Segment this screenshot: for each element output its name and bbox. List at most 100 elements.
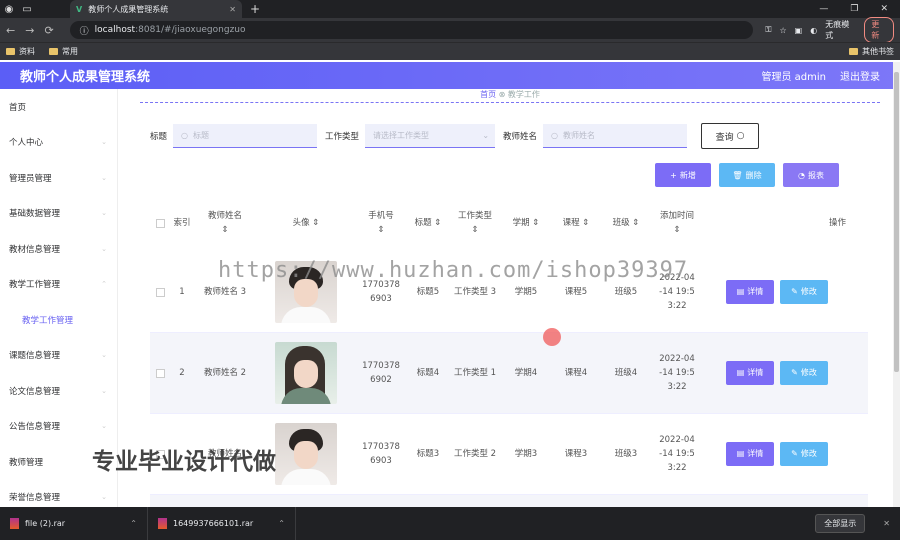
sidebar-item-notices[interactable]: 公告信息管理 ⌄	[0, 409, 117, 445]
edit-button[interactable]: ✎ 修改	[780, 442, 828, 466]
sidebar-item-honors[interactable]: 荣誉信息管理 ⌄	[0, 480, 117, 508]
type-select[interactable]: 请选择工作类型 ⌄	[365, 124, 496, 148]
chart-icon: ◔	[798, 170, 805, 180]
sort-icon: ⇕	[377, 225, 385, 235]
other-bookmarks[interactable]: 其他书签	[849, 46, 894, 57]
close-window-icon[interactable]: ✕	[880, 4, 888, 14]
detail-button[interactable]: ▤ 详情	[726, 280, 774, 304]
forward-icon[interactable]: →	[25, 24, 34, 37]
download-item[interactable]: file (2).rar ⌃	[0, 507, 148, 540]
doc-icon: ▤	[736, 449, 745, 458]
header-label: 工作类型	[457, 211, 492, 221]
bookmark-folder-0[interactable]: 资料	[6, 46, 35, 57]
browser-tab-active[interactable]: V 教师个人成果管理系统 ✕	[70, 0, 242, 18]
sidebar-item-label: 教学工作管理	[9, 280, 61, 291]
breadcrumb-home[interactable]: 首页	[480, 90, 496, 99]
url-host: localhost	[94, 25, 136, 35]
add-button[interactable]: + 新增	[655, 163, 711, 187]
bookmark-folder-1[interactable]: 常用	[49, 46, 78, 57]
tab-search-icon[interactable]: ▭	[18, 0, 36, 18]
reload-icon[interactable]: ⟳	[44, 24, 53, 37]
detail-button[interactable]: ▤ 详情	[726, 442, 774, 466]
header-time[interactable]: 添加时间 ⇕	[652, 209, 702, 237]
chevron-down-icon: ⌄	[101, 386, 107, 395]
row-checkbox[interactable]	[155, 287, 165, 297]
info-icon: ⓘ	[79, 26, 89, 37]
logout-link[interactable]: 退出登录	[840, 68, 880, 83]
sidebar-item-admins[interactable]: 管理员管理 ⌄	[0, 160, 117, 196]
teacher-search-input[interactable]: ○ 教师姓名	[543, 124, 688, 148]
close-downloads-icon[interactable]: ✕	[883, 519, 890, 528]
sidebar-item-teaching[interactable]: 教学工作管理 ⌃	[0, 267, 117, 303]
back-icon[interactable]: ←	[6, 24, 15, 37]
url-field[interactable]: ⓘ localhost :8081/#/jiaoxuegongzuo	[69, 21, 754, 39]
header-title[interactable]: 标题 ⇕	[406, 216, 450, 230]
doc-icon: ▤	[736, 368, 745, 377]
detail-label: 详情	[747, 449, 764, 458]
title-search-input[interactable]: ○ 标题	[173, 124, 318, 148]
restore-icon[interactable]: ❐	[850, 4, 858, 14]
minimize-icon[interactable]: —	[819, 4, 828, 14]
sidebar-item-home[interactable]: 首页	[0, 89, 117, 125]
header-type[interactable]: 工作类型 ⇕	[450, 209, 500, 237]
sidebar-item-label: 首页	[9, 102, 27, 113]
sidepanel-icon[interactable]: ▣	[795, 26, 803, 35]
chevron-down-icon: ⌄	[101, 138, 107, 147]
address-bar-row: ← → ⟳ ⓘ localhost :8081/#/jiaoxuegongzuo…	[0, 17, 900, 43]
header-term[interactable]: 学期 ⇕	[500, 216, 552, 230]
watermark-url: https://www.huzhan.com/ishop39397	[218, 258, 689, 283]
chevron-down-icon: ⌄	[101, 351, 107, 360]
row-checkbox-cell	[150, 287, 170, 297]
delete-button[interactable]: 🗑 删除	[719, 163, 775, 187]
sidebar-subitem-teaching[interactable]: 教学工作管理	[0, 302, 117, 338]
search-icon: ○	[181, 131, 188, 140]
detail-button[interactable]: ▤ 详情	[726, 361, 774, 385]
cell-title: 标题5	[416, 287, 440, 297]
select-all-checkbox[interactable]	[155, 218, 165, 228]
detail-label: 详情	[747, 287, 764, 296]
type-label: 工作类型	[325, 132, 360, 142]
update-button[interactable]: 更新	[864, 17, 894, 43]
header-class[interactable]: 班级 ⇕	[600, 216, 652, 230]
edit-button[interactable]: ✎ 修改	[780, 361, 828, 385]
avatar	[275, 342, 337, 404]
edit-button[interactable]: ✎ 修改	[780, 280, 828, 304]
title-label: 标题	[150, 132, 168, 142]
row-checkbox[interactable]	[155, 368, 165, 378]
rar-file-icon	[10, 518, 19, 529]
page-scrollbar[interactable]	[893, 62, 900, 507]
cell-time: 2022-04 -14 19:5 3:22	[659, 435, 695, 473]
header-name[interactable]: 教师姓名 ⇕	[194, 209, 256, 237]
plus-icon: +	[670, 170, 677, 180]
sidebar-item-projects[interactable]: 课题信息管理 ⌄	[0, 338, 117, 374]
cell-type: 工作类型 1	[453, 368, 497, 378]
chevron-down-icon: ⌄	[101, 244, 107, 253]
doc-icon: ▤	[736, 287, 745, 296]
header-course[interactable]: 课程 ⇕	[552, 216, 600, 230]
cell-course: 课程3	[564, 449, 588, 459]
query-button[interactable]: 查询 ○	[701, 123, 760, 149]
header-avatar[interactable]: 头像 ⇕	[256, 216, 356, 230]
header-phone[interactable]: 手机号 ⇕	[356, 209, 406, 237]
sidebar-item-papers[interactable]: 论文信息管理 ⌄	[0, 373, 117, 409]
incognito-label: 无痕模式	[825, 20, 850, 40]
bookmark-star-icon[interactable]: ☆	[780, 26, 787, 35]
table-row-partial	[150, 495, 868, 507]
download-item[interactable]: 1649937666101.rar ⌃	[148, 507, 296, 540]
close-tab-icon[interactable]: ✕	[229, 5, 236, 14]
browser-tab-strip: ◉ ▭ V 教师个人成果管理系统 ✕ + — ❐ ✕	[0, 0, 900, 18]
chevron-up-icon[interactable]: ⌃	[130, 519, 137, 528]
browser-menu-icon[interactable]: ◉	[0, 0, 18, 18]
report-button[interactable]: ◔ 报表	[783, 163, 839, 187]
chevron-down-icon: ⌄	[482, 131, 490, 140]
new-tab-icon[interactable]: +	[250, 2, 260, 16]
sidebar-item-profile[interactable]: 个人中心 ⌄	[0, 125, 117, 161]
sidebar-item-textbooks[interactable]: 教材信息管理 ⌄	[0, 231, 117, 267]
avatar-body	[281, 469, 331, 485]
key-icon[interactable]: ⚿	[765, 25, 771, 35]
chevron-up-icon[interactable]: ⌃	[278, 519, 285, 528]
show-all-button[interactable]: 全部显示	[815, 514, 866, 533]
incognito-icon: ◐	[810, 25, 818, 35]
scrollbar-thumb[interactable]	[894, 72, 899, 372]
sidebar-item-base-data[interactable]: 基础数据管理 ⌄	[0, 196, 117, 232]
